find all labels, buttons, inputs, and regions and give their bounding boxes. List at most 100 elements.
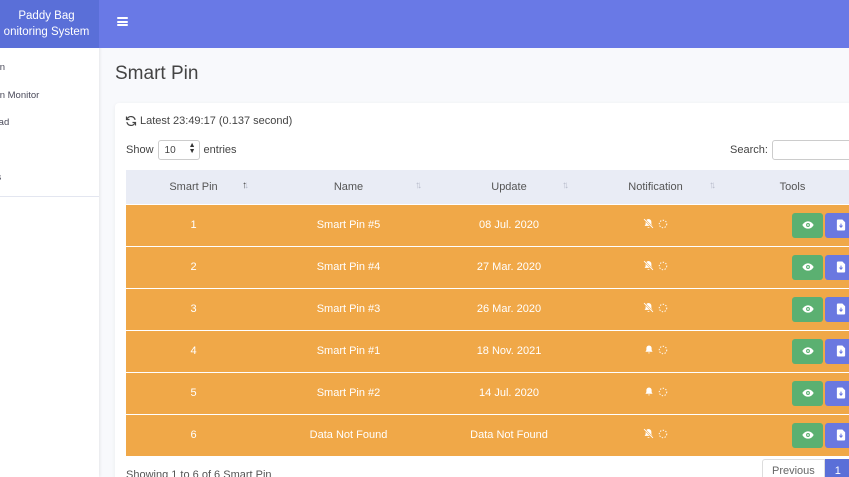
eye-icon — [801, 347, 814, 355]
sidebar-item-smart-pin[interactable]: t Pin — [0, 54, 85, 82]
cell-smart-pin: 5 — [126, 371, 261, 414]
brand-line-1: Paddy Bag — [18, 10, 75, 22]
spinner-icon — [658, 429, 668, 438]
cell-name: Smart Pin #2 — [261, 371, 436, 414]
sidebar-item-smart-pin-monitor[interactable]: t Pin Monitor — [0, 82, 85, 110]
sidebar: Paddy Bag onitoring System t Pin t Pin M… — [0, 0, 99, 477]
eye-icon — [801, 221, 814, 229]
bell-slash-icon — [643, 428, 654, 439]
latest-text: Latest 23:49:17 (0.137 second) — [140, 115, 293, 127]
bell-icon — [644, 345, 653, 354]
search-area: Search: — [730, 140, 849, 160]
column-header-notification[interactable]: Notification ↑↓ — [582, 170, 729, 204]
download-button[interactable] — [825, 422, 849, 448]
file-download-icon — [836, 261, 845, 273]
smart-pin-table: Smart Pin ↑↓ Name ↑↓ Update ↑↓ Notificat… — [126, 170, 849, 456]
cell-tools — [729, 413, 849, 456]
spinner-icon — [658, 387, 667, 396]
sort-asc-icon: ↑↓ — [242, 180, 249, 191]
cell-update: 18 Nov. 2021 — [436, 329, 582, 372]
content-card: Latest 23:49:17 (0.137 second) Show 10 ▲… — [115, 103, 849, 477]
cell-tools — [729, 203, 849, 246]
cell-smart-pin: 4 — [126, 329, 261, 372]
download-button[interactable] — [825, 296, 849, 322]
spinner-icon — [658, 303, 668, 312]
previous-button[interactable]: Previous — [762, 459, 825, 477]
cell-tools — [729, 287, 849, 330]
eye-icon — [801, 431, 814, 439]
table-row: 1 Smart Pin #5 08 Jul. 2020 — [126, 203, 849, 246]
cell-smart-pin: 1 — [126, 203, 261, 246]
view-button[interactable] — [792, 338, 823, 364]
show-label: Show — [126, 144, 154, 156]
download-button[interactable] — [825, 254, 849, 280]
file-download-icon — [836, 387, 845, 399]
bell-slash-icon — [643, 302, 654, 313]
latest-status: Latest 23:49:17 (0.137 second) — [125, 115, 292, 127]
menu-toggle-icon[interactable] — [117, 17, 128, 26]
brand-line-2: onitoring System — [3, 26, 90, 38]
eye-icon — [801, 263, 814, 271]
view-button[interactable] — [792, 296, 823, 322]
cell-tools — [729, 329, 849, 372]
view-button[interactable] — [792, 380, 823, 406]
cell-tools — [729, 245, 849, 288]
cell-name: Data Not Found — [261, 413, 436, 456]
sidebar-item-about-us[interactable]: t us — [0, 164, 85, 192]
column-header-smart-pin[interactable]: Smart Pin ↑↓ — [126, 170, 261, 204]
bell-slash-icon — [643, 218, 654, 229]
cell-update: 26 Mar. 2020 — [436, 287, 582, 330]
cell-smart-pin: 2 — [126, 245, 261, 288]
table-row: 2 Smart Pin #4 27 Mar. 2020 — [126, 245, 849, 288]
cell-update: Data Not Found — [436, 413, 582, 456]
file-download-icon — [836, 429, 845, 441]
page-1-button[interactable]: 1 — [824, 459, 849, 477]
download-button[interactable] — [825, 212, 849, 238]
column-header-tools: Tools — [779, 180, 806, 193]
cell-name: Smart Pin #4 — [261, 245, 436, 288]
sidebar-divider — [0, 195, 99, 197]
cell-update: 08 Jul. 2020 — [436, 203, 582, 246]
spinner-icon — [658, 219, 668, 228]
table-header-row: Smart Pin ↑↓ Name ↑↓ Update ↑↓ Notificat… — [126, 170, 849, 204]
refresh-icon[interactable] — [125, 115, 137, 127]
table-row: 6 Data Not Found Data Not Found — [126, 413, 849, 456]
sort-icon: ↑↓ — [709, 180, 716, 191]
page-title: Smart Pin — [115, 63, 199, 84]
cell-update: 27 Mar. 2020 — [436, 245, 582, 288]
column-header-update[interactable]: Update ↑↓ — [436, 170, 582, 204]
sort-icon: ↑↓ — [562, 180, 569, 191]
view-button[interactable] — [792, 254, 823, 280]
sidebar-nav: t Pin t Pin Monitor nload ub t us — [0, 54, 99, 192]
table-row: 5 Smart Pin #2 14 Jul. 2020 — [126, 371, 849, 414]
sidebar-item-download[interactable]: nload — [0, 109, 85, 137]
sort-icon: ↑↓ — [415, 180, 422, 191]
cell-name: Smart Pin #3 — [261, 287, 436, 330]
table-info: Showing 1 to 6 of 6 Smart Pin — [126, 469, 272, 477]
cell-name: Smart Pin #1 — [261, 329, 436, 372]
search-label: Search: — [730, 144, 768, 156]
download-button[interactable] — [825, 338, 849, 364]
entries-label: entries — [203, 144, 237, 156]
sidebar-item-hub[interactable]: ub — [0, 137, 85, 165]
download-button[interactable] — [825, 380, 849, 406]
bell-slash-icon — [643, 260, 654, 271]
view-button[interactable] — [792, 212, 823, 238]
search-input[interactable] — [771, 140, 849, 160]
spinner-icon — [658, 345, 667, 354]
cell-notification — [582, 245, 729, 288]
entries-length: Show 10 ▲ ▼ entries — [126, 140, 237, 160]
table-row: 3 Smart Pin #3 26 Mar. 2020 — [126, 287, 849, 330]
column-header-name[interactable]: Name ↑↓ — [261, 170, 436, 204]
entries-select[interactable]: 10 — [157, 140, 200, 160]
table-row: 4 Smart Pin #1 18 Nov. 2021 — [126, 329, 849, 372]
bell-icon — [644, 387, 653, 396]
file-download-icon — [836, 303, 845, 315]
cell-name: Smart Pin #5 — [261, 203, 436, 246]
file-download-icon — [836, 219, 845, 231]
eye-icon — [801, 305, 814, 313]
file-download-icon — [836, 345, 845, 357]
cell-notification — [582, 203, 729, 246]
view-button[interactable] — [792, 422, 823, 448]
brand[interactable]: Paddy Bag onitoring System — [0, 0, 99, 48]
